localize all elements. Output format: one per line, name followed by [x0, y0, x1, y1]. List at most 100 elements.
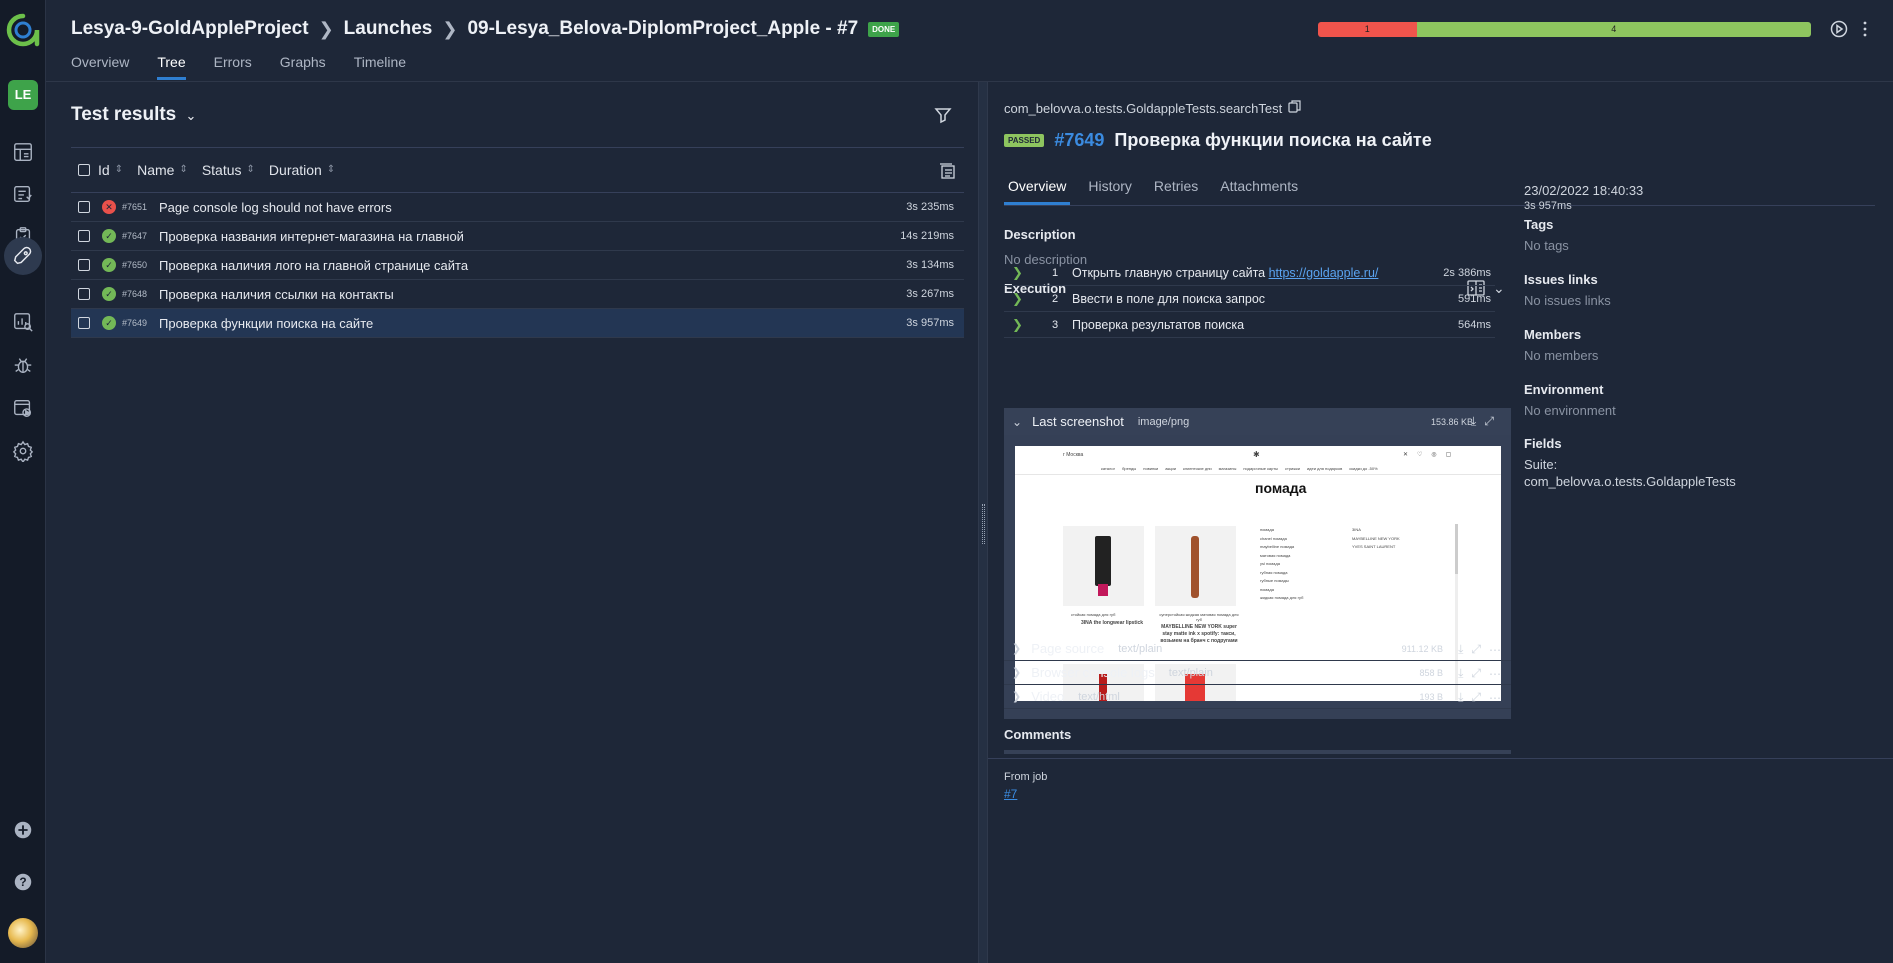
filter-icon[interactable] [934, 106, 952, 127]
comments-input[interactable] [1004, 750, 1511, 754]
download-icon[interactable]: ⤓ [1458, 666, 1463, 681]
breadcrumb-project[interactable]: Lesya-9-GoldAppleProject [71, 18, 309, 40]
execution-step[interactable]: ❯ 1 Открыть главную страницу сайта https:/… [1004, 260, 1495, 286]
failed-count: 1 [1318, 22, 1417, 37]
shot-nav-item: каталог [1101, 466, 1116, 471]
tab-errors[interactable]: Errors [214, 54, 252, 80]
shot-nav-item: скидки до -50% [1349, 466, 1378, 471]
shot-suggestion: ysl помада [1260, 561, 1280, 566]
column-id[interactable]: Id ⇕ [98, 162, 123, 178]
fullscreen-icon[interactable]: ⤢ [1471, 642, 1481, 657]
allure-logo[interactable] [6, 13, 40, 50]
table-row[interactable]: ✓ #7650 Проверка наличия лого на главной с… [71, 251, 964, 280]
attachment-item[interactable]: ❯ Video text/html 193 B ⤓ ⤢ ⋯ [1004, 685, 1511, 709]
user-avatar[interactable] [8, 918, 38, 948]
analytics-icon[interactable] [11, 310, 35, 334]
table-row[interactable]: ✕ #7651 Page console log should not have e… [71, 193, 964, 222]
test-cases-icon[interactable] [11, 182, 35, 206]
row-checkbox[interactable] [78, 288, 90, 300]
attachment-size: 153.86 KB [1431, 416, 1474, 427]
dashboard-icon[interactable] [11, 140, 35, 164]
test-full-name: com_belovva.o.tests.GoldappleTests.searc… [1004, 100, 1301, 116]
shot-brand: 3INA [1352, 527, 1361, 532]
attachment-item[interactable]: ❯ Page source text/plain 911.12 KB ⤓ ⤢ ⋯ [1004, 637, 1511, 661]
defects-icon[interactable] [11, 353, 35, 377]
shot-header-icons: ✕♡◎▢ [1403, 452, 1461, 458]
sort-icon: ⇕ [179, 164, 188, 175]
more-horizontal-icon[interactable]: ⋯ [1489, 643, 1501, 657]
tab-graphs[interactable]: Graphs [280, 54, 326, 80]
column-duration[interactable]: Duration ⇕ [269, 162, 335, 178]
select-all-checkbox[interactable] [78, 164, 90, 176]
panel-resizer[interactable] [978, 82, 988, 963]
row-checkbox[interactable] [78, 230, 90, 242]
attachment-item[interactable]: ❯ Browser console logs text/plain 858 B ⤓ ⤢ ⋯ [1004, 661, 1511, 685]
column-name-label: Name [137, 162, 175, 178]
shot-brand: YVES SAINT LAURENT [1352, 544, 1396, 549]
help-icon[interactable]: ? [11, 870, 35, 894]
download-icon[interactable]: ⤓ [1471, 414, 1476, 429]
row-checkbox[interactable] [78, 201, 90, 213]
settings-gear-icon[interactable] [11, 439, 35, 463]
download-icon[interactable]: ⤓ [1458, 690, 1463, 705]
download-icon[interactable]: ⤓ [1458, 642, 1463, 657]
more-horizontal-icon[interactable]: ⋯ [1489, 691, 1501, 705]
tab-timeline[interactable]: Timeline [354, 54, 406, 80]
tab-overview[interactable]: Overview [1004, 174, 1071, 205]
breadcrumb-launches[interactable]: Launches [344, 18, 433, 40]
fullscreen-icon[interactable]: ⤢ [1471, 666, 1481, 681]
attachment-screenshot[interactable]: ⌄ Last screenshot image/png 153.86 KB ⤓ … [1004, 408, 1511, 435]
fullscreen-icon[interactable]: ⤢ [1484, 414, 1494, 429]
row-duration: 3s 957ms [906, 317, 954, 329]
row-checkbox[interactable] [78, 317, 90, 329]
table-row[interactable]: ✓ #7648 Проверка наличия ссылки на контакт… [71, 280, 964, 309]
attachment-mime: text/plain [1168, 666, 1213, 679]
group-view-icon[interactable] [938, 162, 956, 183]
tab-retries[interactable]: Retries [1150, 174, 1202, 205]
row-checkbox[interactable] [78, 259, 90, 271]
from-job-link[interactable]: #7 [1004, 787, 1017, 801]
test-results-title[interactable]: Test results ⌄ [71, 104, 196, 126]
project-avatar[interactable]: LE [8, 80, 38, 110]
passed-status-icon: ✓ [102, 287, 116, 301]
jobs-icon[interactable] [11, 396, 35, 420]
attachment-size: 858 B [1419, 667, 1443, 678]
more-horizontal-icon[interactable]: ⋯ [1489, 667, 1501, 681]
chevron-down-icon: ⌄ [185, 108, 197, 123]
breadcrumb: Lesya-9-GoldAppleProject ❯ Launches ❯ 09… [71, 18, 900, 40]
shot-city: г Москва [1063, 452, 1084, 458]
shot-suggestion: помада [1260, 527, 1274, 532]
column-status[interactable]: Status ⇕ [202, 162, 255, 178]
table-row[interactable]: ✓ #7649 Проверка функции поиска на сайте 3s… [71, 309, 964, 338]
tab-overview[interactable]: Overview [71, 54, 129, 80]
tab-tree[interactable]: Tree [157, 54, 186, 80]
row-name: Проверка функции поиска на сайте [159, 315, 374, 331]
sidebar-rail: LE ? [0, 0, 46, 963]
tab-history[interactable]: History [1084, 174, 1136, 205]
fullscreen-icon[interactable]: ⤢ [1471, 690, 1481, 705]
chevron-down-icon: ⌄ [1012, 414, 1023, 429]
tab-attachments[interactable]: Attachments [1216, 174, 1302, 205]
shot-suggestion: maybelline помада [1260, 544, 1295, 549]
step-link[interactable]: https://goldapple.ru/ [1269, 266, 1379, 280]
add-icon[interactable] [11, 818, 35, 842]
shot-nav-item: новинки [1143, 466, 1159, 471]
copy-icon[interactable] [1288, 100, 1301, 116]
shot-heading: помада [1255, 480, 1307, 496]
row-name: Проверка названия интернет-магазина на г… [159, 228, 464, 244]
more-vertical-icon[interactable] [1862, 20, 1868, 41]
test-results-list: ✕ #7651 Page console log should not have e… [71, 193, 964, 338]
column-name[interactable]: Name ⇕ [137, 162, 188, 178]
run-icon[interactable] [1830, 20, 1848, 41]
launches-icon[interactable] [4, 237, 42, 275]
detail-tabs: Overview History Retries Attachments [1004, 174, 1875, 206]
full-name-text: com_belovva.o.tests.GoldappleTests.searc… [1004, 100, 1283, 116]
shot-nav: каталог бренды новинки акции клиентские дни м… [1101, 466, 1378, 471]
execution-step[interactable]: ❯ 3 Проверка результатов поиска 564ms [1004, 312, 1495, 338]
breadcrumb-launch: 09-Lesya_Belova-DiplomProject_Apple - #7 [467, 18, 859, 39]
resize-grip-icon[interactable] [982, 504, 985, 544]
test-name: Проверка функции поиска на сайте [1114, 130, 1432, 150]
test-number: #7649 [1054, 130, 1105, 150]
execution-step[interactable]: ❯ 2 Ввести в поле для поиска запрос 591ms [1004, 286, 1495, 312]
table-row[interactable]: ✓ #7647 Проверка названия интернет-магазин… [71, 222, 964, 251]
